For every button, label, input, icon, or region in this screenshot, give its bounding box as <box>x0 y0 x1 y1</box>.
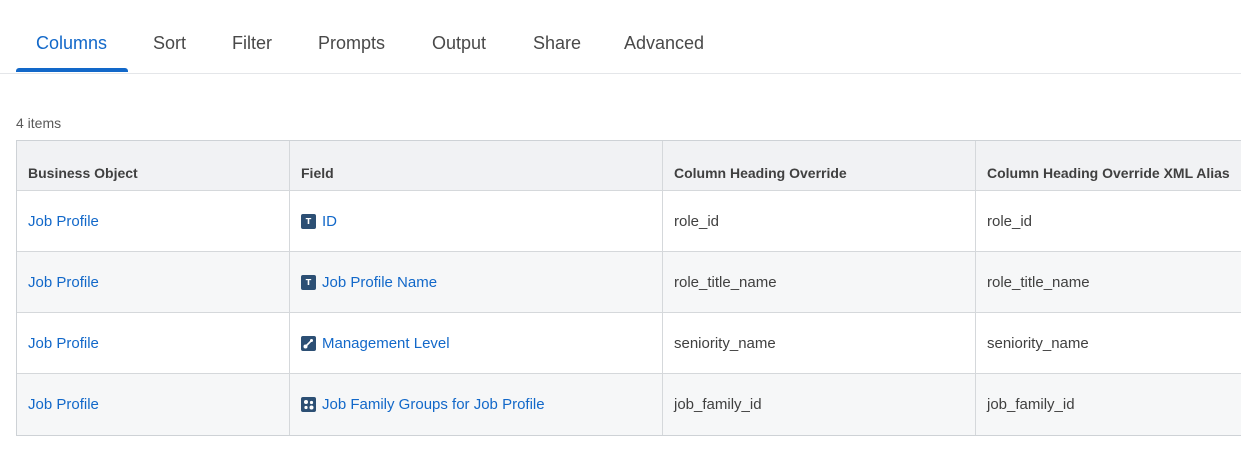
grid-header-row: Business Object Field Column Heading Ove… <box>17 141 1241 191</box>
tab-bar: Columns Sort Filter Prompts Output Share… <box>0 0 1241 74</box>
business-object-link[interactable]: Job Profile <box>28 274 99 291</box>
header-business-object: Business Object <box>17 141 290 190</box>
item-count: 4 items <box>16 115 62 131</box>
single-instance-field-icon <box>301 335 316 351</box>
override-cell: job_family_id <box>663 374 976 435</box>
xml-alias-cell: role_title_name <box>987 273 1090 291</box>
multi-instance-field-icon <box>301 397 316 412</box>
tab-columns[interactable]: Columns <box>36 0 107 73</box>
tab-sort[interactable]: Sort <box>153 0 186 73</box>
business-object-cell: Job Profile <box>17 191 290 251</box>
text-field-icon <box>301 213 316 229</box>
tab-share[interactable]: Share <box>533 0 581 73</box>
table-row: Job Profile Job Profile Name role_title_… <box>17 252 1241 313</box>
table-row: Job Profile Job Family Groups for Job Pr… <box>17 374 1241 435</box>
override-cell: seniority_name <box>663 313 976 373</box>
business-object-link[interactable]: Job Profile <box>28 335 99 352</box>
field-link[interactable]: Job Family Groups for Job Profile <box>322 396 545 413</box>
field-cell: Management Level <box>290 313 663 373</box>
override-cell: role_id <box>663 191 976 251</box>
table-row: Job Profile ID role_id role_id <box>17 191 1241 252</box>
tab-advanced[interactable]: Advanced <box>624 0 704 73</box>
header-field: Field <box>290 141 663 190</box>
xml-alias-cell: job_family_id <box>987 396 1075 413</box>
business-object-link[interactable]: Job Profile <box>28 213 99 230</box>
field-cell: Job Profile Name <box>290 252 663 312</box>
business-object-link[interactable]: Job Profile <box>28 396 99 413</box>
business-object-cell: Job Profile <box>17 313 290 373</box>
field-cell: ID <box>290 191 663 251</box>
header-column-heading-override: Column Heading Override <box>663 141 976 190</box>
columns-grid: Business Object Field Column Heading Ove… <box>16 140 1241 436</box>
business-object-cell: Job Profile <box>17 252 290 312</box>
tab-output[interactable]: Output <box>432 0 486 73</box>
header-column-heading-override-xml-alias: Column Heading Override XML Alias <box>987 164 1230 181</box>
table-row: Job Profile Management Level seniority_n… <box>17 313 1241 374</box>
override-cell: role_title_name <box>663 252 976 312</box>
tab-filter[interactable]: Filter <box>232 0 272 73</box>
business-object-cell: Job Profile <box>17 374 290 435</box>
tab-prompts[interactable]: Prompts <box>318 0 385 73</box>
xml-alias-cell: role_id <box>987 212 1033 230</box>
field-link[interactable]: Management Level <box>322 335 450 352</box>
text-field-icon <box>301 274 316 290</box>
active-tab-indicator <box>16 68 128 72</box>
field-cell: Job Family Groups for Job Profile <box>290 374 663 435</box>
field-link[interactable]: Job Profile Name <box>322 274 437 291</box>
field-link[interactable]: ID <box>322 213 337 230</box>
xml-alias-cell: seniority_name <box>987 334 1089 352</box>
